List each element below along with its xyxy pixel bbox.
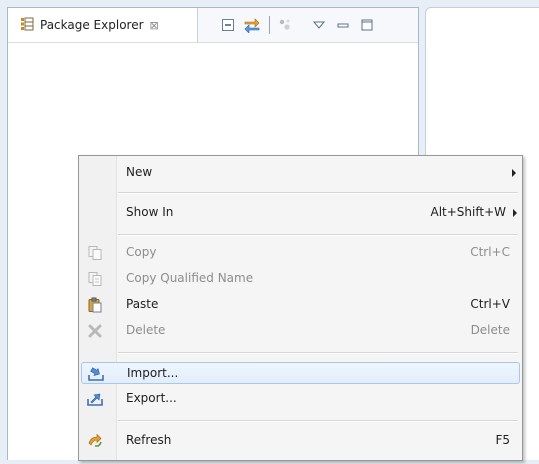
submenu-arrow-icon: [512, 169, 516, 177]
menu-item-label: New: [126, 165, 153, 179]
view-header: Package Explorer ⊠: [8, 8, 418, 43]
menu-item-export[interactable]: Export...: [81, 388, 520, 410]
menu-item-label: Import...: [127, 366, 179, 380]
menu-item-copy-qualified-name[interactable]: Copy Qualified Name: [81, 268, 520, 290]
menu-separator: [118, 234, 518, 236]
paste-icon: [87, 297, 103, 313]
refresh-icon: [87, 433, 103, 449]
copy-qualified-name-icon: [87, 271, 103, 287]
menu-item-label: Refresh: [126, 433, 172, 447]
view-toolbar: [219, 16, 382, 34]
context-menu: New Show In Alt+Shift+W Copy Ctrl+C Copy…: [78, 155, 523, 461]
menu-separator: [118, 352, 518, 354]
menu-item-shortcut: Ctrl+V: [470, 297, 510, 311]
submenu-arrow-icon: [513, 209, 517, 217]
view-menu-icon[interactable]: [310, 16, 328, 34]
focus-on-working-set-icon[interactable]: [276, 16, 294, 34]
maximize-icon[interactable]: [358, 16, 376, 34]
menu-item-shortcut: F5: [495, 433, 510, 447]
menu-item-label: Paste: [126, 297, 159, 311]
toolbar-separator: [269, 16, 270, 34]
menu-item-label: Delete: [126, 323, 166, 337]
menu-separator: [118, 420, 518, 422]
menu-separator: [118, 192, 518, 194]
link-with-editor-icon[interactable]: [243, 16, 261, 34]
export-icon: [87, 391, 103, 407]
collapse-all-icon[interactable]: [219, 16, 237, 34]
menu-item-delete[interactable]: Delete Delete: [81, 320, 520, 342]
menu-item-shortcut: Alt+Shift+W: [430, 205, 507, 219]
menu-item-label: Export...: [126, 391, 177, 405]
close-icon[interactable]: ⊠: [150, 19, 159, 32]
menu-item-new[interactable]: New: [81, 162, 520, 184]
tab-package-explorer[interactable]: Package Explorer ⊠: [8, 8, 198, 42]
package-explorer-icon: [20, 17, 34, 34]
menu-item-shortcut: Ctrl+C: [470, 245, 510, 259]
minimize-icon[interactable]: [334, 16, 352, 34]
menu-item-label: Copy: [126, 245, 157, 259]
copy-icon: [87, 245, 103, 261]
menu-item-import[interactable]: Import...: [81, 362, 520, 384]
menu-item-show-in[interactable]: Show In Alt+Shift+W: [81, 202, 520, 224]
menu-item-label: Show In: [126, 205, 174, 219]
import-icon: [88, 366, 104, 382]
menu-item-shortcut: Delete: [470, 323, 510, 337]
workbench: Package Explorer ⊠ New Show In Alt+Shift…: [0, 0, 539, 464]
menu-item-paste[interactable]: Paste Ctrl+V: [81, 294, 520, 316]
view-title: Package Explorer: [40, 18, 144, 32]
menu-item-copy[interactable]: Copy Ctrl+C: [81, 242, 520, 264]
menu-item-refresh[interactable]: Refresh F5: [81, 430, 520, 452]
delete-icon: [87, 323, 103, 339]
menu-item-label: Copy Qualified Name: [126, 271, 254, 285]
